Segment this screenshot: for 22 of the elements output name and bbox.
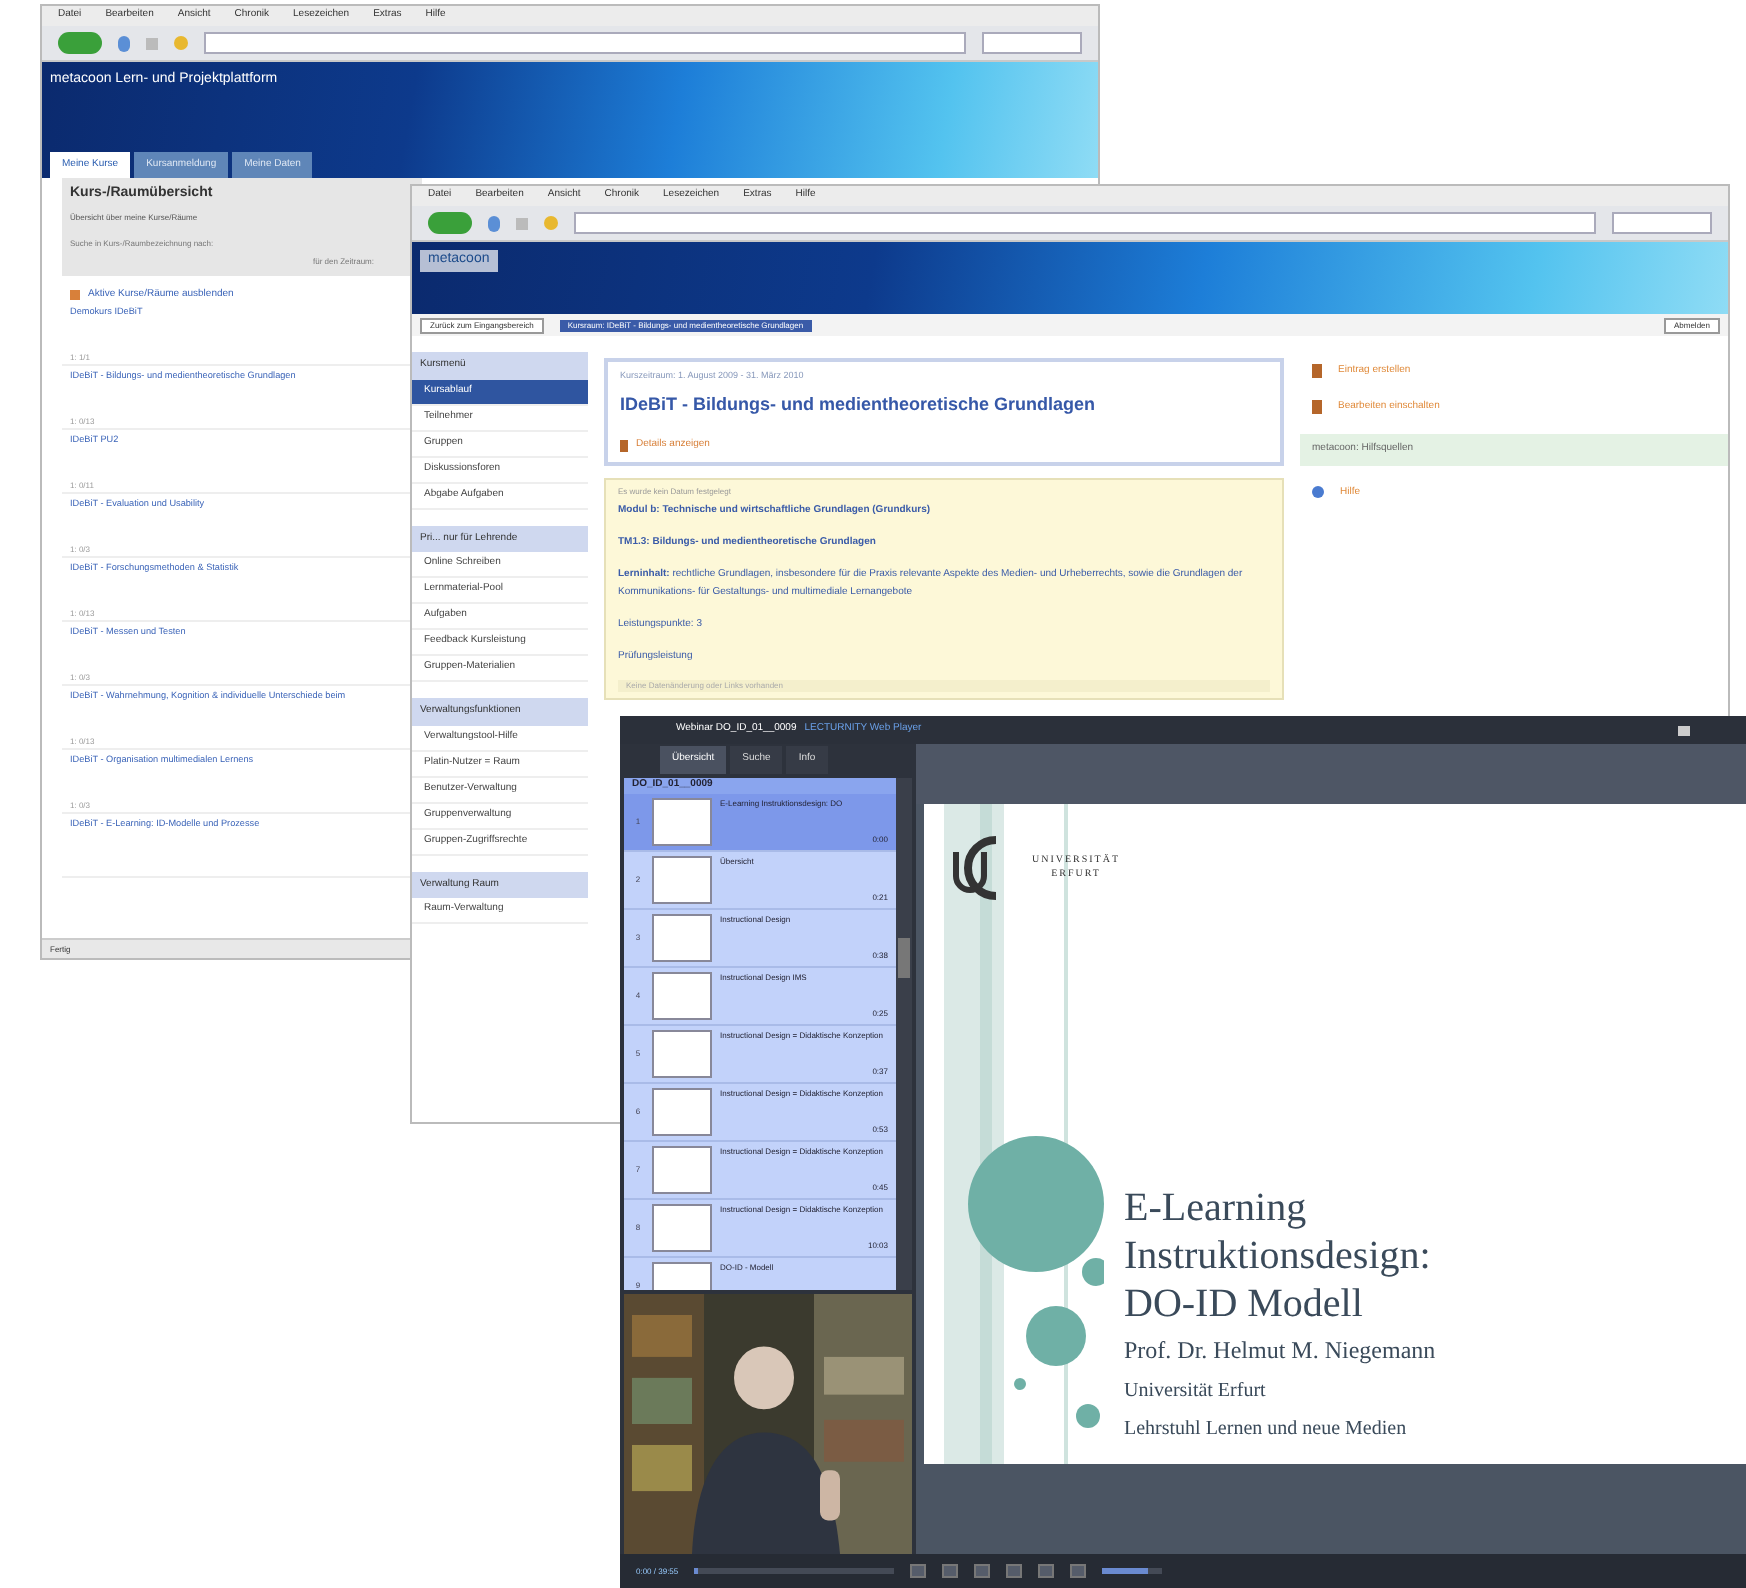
slide-thumbnail <box>652 1029 712 1077</box>
search-field[interactable] <box>982 32 1082 54</box>
slide-author: Prof. Dr. Helmut M. Niegemann <box>1124 1334 1436 1368</box>
back-button[interactable] <box>58 32 102 54</box>
slide-title: E-Learning <box>1124 1184 1309 1232</box>
volume-track[interactable] <box>1102 1568 1163 1574</box>
address-field[interactable] <box>574 212 1596 234</box>
slide-text: Universität Erfurt <box>1124 1378 1268 1406</box>
slide-title: DO-ID Modell <box>1124 1280 1365 1328</box>
slide-thumbnail <box>652 1087 712 1135</box>
back-button[interactable] <box>428 212 472 234</box>
slide-thumbnail <box>652 971 712 1019</box>
slide-thumbnail <box>652 1203 712 1251</box>
slide-thumbnail <box>652 913 712 961</box>
slide-text: Lehrstuhl Lernen und neue Medien <box>1124 1416 1409 1444</box>
slide-thumbnail <box>652 1145 712 1193</box>
address-field[interactable] <box>204 32 966 54</box>
slide-thumbnail <box>652 855 712 903</box>
slide-thumbnail <box>652 797 712 845</box>
slide-title: Instruktionsdesign: <box>1124 1232 1433 1280</box>
course-title: IDeBiT - Bildungs- und medientheoretische Grundlagen <box>620 391 1098 418</box>
search-field[interactable] <box>1612 212 1712 234</box>
